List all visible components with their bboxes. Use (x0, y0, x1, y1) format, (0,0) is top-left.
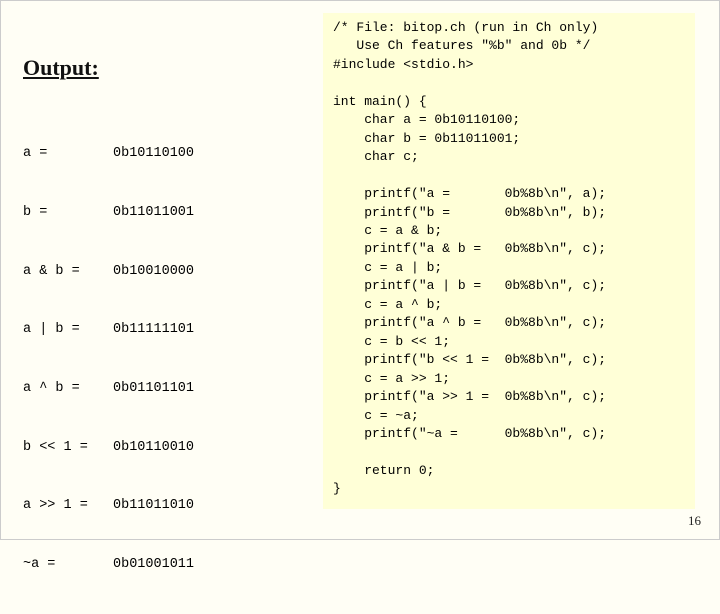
output-column: Output: a =0b10110100 b =0b11011001 a & … (23, 55, 303, 614)
output-value: 0b11111101 (113, 320, 194, 340)
code-line: char b = 0b11011001; (333, 131, 520, 146)
output-value: 0b10110100 (113, 144, 194, 164)
page-number: 16 (688, 513, 701, 529)
output-row: b =0b11011001 (23, 203, 303, 223)
output-value: 0b10110010 (113, 438, 194, 458)
code-line: #include <stdio.h> (333, 57, 473, 72)
code-panel: /* File: bitop.ch (run in Ch only) Use C… (323, 13, 695, 509)
output-label: b = (23, 203, 113, 223)
output-label: a = (23, 144, 113, 164)
code-line: printf("a | b = 0b%8b\n", c); (333, 278, 606, 293)
code-line: c = a ^ b; (333, 297, 442, 312)
code-line: printf("a = 0b%8b\n", a); (333, 186, 606, 201)
output-value: 0b01101101 (113, 379, 194, 399)
code-line: printf("a & b = 0b%8b\n", c); (333, 241, 606, 256)
code-line: char a = 0b10110100; (333, 112, 520, 127)
output-label: a >> 1 = (23, 496, 113, 516)
output-value: 0b11011010 (113, 496, 194, 516)
output-row: a ^ b =0b01101101 (23, 379, 303, 399)
output-value: 0b01001011 (113, 555, 194, 575)
output-value: 0b10010000 (113, 262, 194, 282)
code-line: c = a | b; (333, 260, 442, 275)
output-label: a ^ b = (23, 379, 113, 399)
code-line: c = ~a; (333, 408, 419, 423)
output-row: a >> 1 =0b11011010 (23, 496, 303, 516)
output-label: a | b = (23, 320, 113, 340)
output-row: a & b =0b10010000 (23, 262, 303, 282)
output-row: ~a =0b01001011 (23, 555, 303, 575)
code-line: c = b << 1; (333, 334, 450, 349)
output-row: a =0b10110100 (23, 144, 303, 164)
code-line: c = a & b; (333, 223, 442, 238)
code-line: printf("a >> 1 = 0b%8b\n", c); (333, 389, 606, 404)
output-value: 0b11011001 (113, 203, 194, 223)
code-line: int main() { (333, 94, 427, 109)
code-line: printf("~a = 0b%8b\n", c); (333, 426, 606, 441)
code-line: return 0; (333, 463, 434, 478)
code-line: printf("a ^ b = 0b%8b\n", c); (333, 315, 606, 330)
output-block: a =0b10110100 b =0b11011001 a & b =0b100… (23, 105, 303, 614)
output-row: a | b =0b11111101 (23, 320, 303, 340)
code-line: printf("b << 1 = 0b%8b\n", c); (333, 352, 606, 367)
output-label: ~a = (23, 555, 113, 575)
code-line: Use Ch features "%b" and 0b */ (333, 38, 590, 53)
code-line: } (333, 481, 341, 496)
output-row: b << 1 =0b10110010 (23, 438, 303, 458)
output-label: a & b = (23, 262, 113, 282)
code-line: char c; (333, 149, 419, 164)
slide: Output: a =0b10110100 b =0b11011001 a & … (0, 0, 720, 540)
output-label: b << 1 = (23, 438, 113, 458)
code-line: /* File: bitop.ch (run in Ch only) (333, 20, 598, 35)
code-line: printf("b = 0b%8b\n", b); (333, 205, 606, 220)
output-heading: Output: (23, 55, 303, 81)
code-line: c = a >> 1; (333, 371, 450, 386)
